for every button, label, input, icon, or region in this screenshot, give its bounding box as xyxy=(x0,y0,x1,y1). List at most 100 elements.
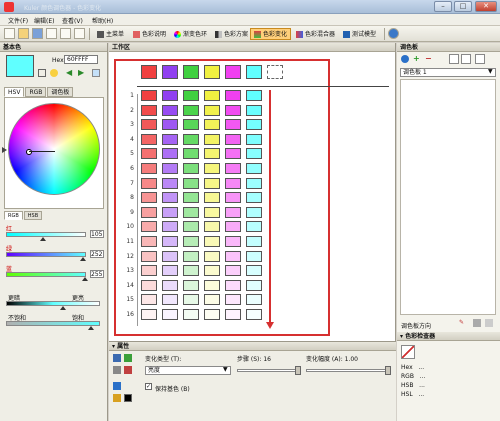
variation-swatch[interactable] xyxy=(162,90,178,101)
variation-swatch[interactable] xyxy=(225,148,241,160)
variation-swatch[interactable] xyxy=(225,206,241,218)
minimize-button[interactable]: – xyxy=(434,1,452,12)
saturation-slider-thumb[interactable] xyxy=(88,326,94,330)
palette-small-icon[interactable] xyxy=(92,69,100,77)
variation-swatch[interactable] xyxy=(204,265,220,277)
print-icon[interactable] xyxy=(46,28,57,39)
variation-swatch[interactable] xyxy=(246,236,262,247)
variation-swatch[interactable] xyxy=(225,236,241,247)
menu-file[interactable]: 文件(F) xyxy=(8,16,28,25)
menu-view[interactable]: 查看(V) xyxy=(62,16,83,25)
base-color-swatch[interactable] xyxy=(162,65,178,79)
palette-list[interactable] xyxy=(400,79,496,315)
info-icon[interactable] xyxy=(401,55,409,63)
base-color-swatch[interactable] xyxy=(141,65,157,79)
variation-swatch[interactable] xyxy=(204,250,220,262)
base-color-swatch[interactable] xyxy=(183,65,199,79)
variation-swatch[interactable] xyxy=(246,104,262,116)
picker-icon[interactable] xyxy=(124,366,132,374)
variation-swatch[interactable] xyxy=(183,177,199,189)
variation-swatch[interactable] xyxy=(246,309,262,320)
variation-swatch[interactable] xyxy=(183,192,199,204)
empty-base-slot[interactable] xyxy=(267,65,283,79)
paste-icon[interactable] xyxy=(74,28,85,39)
variation-swatch[interactable] xyxy=(246,206,262,218)
variation-swatch[interactable] xyxy=(225,221,241,233)
variation-swatch[interactable] xyxy=(141,148,157,160)
menu-edit[interactable]: 编辑(E) xyxy=(34,16,54,25)
tab-color-scheme[interactable]: 色彩方案 xyxy=(211,28,252,40)
base-color-swatch[interactable] xyxy=(225,65,241,79)
variation-swatch[interactable] xyxy=(225,104,241,116)
variation-swatch[interactable] xyxy=(141,192,157,204)
variation-swatch[interactable] xyxy=(246,90,262,101)
mode-tab-rgb[interactable]: RGB xyxy=(4,211,23,220)
variation-swatch[interactable] xyxy=(183,265,199,277)
open-icon[interactable] xyxy=(18,28,29,39)
variation-swatch[interactable] xyxy=(162,104,178,116)
variation-swatch[interactable] xyxy=(183,294,199,306)
mode-tab-hsb[interactable]: HSB xyxy=(23,211,43,220)
subtab-palette[interactable]: 调色板 xyxy=(47,87,74,97)
variation-swatch[interactable] xyxy=(246,148,262,160)
palette-select-chevron-icon[interactable]: ▼ xyxy=(488,68,493,75)
variation-slider[interactable] xyxy=(306,369,390,372)
variation-swatch[interactable] xyxy=(162,279,178,291)
brightness-slider-thumb[interactable] xyxy=(60,306,66,310)
tab-color-variation[interactable]: 色彩变化 xyxy=(250,28,292,40)
eyedropper-small-icon[interactable]: ✎ xyxy=(459,319,467,327)
variation-swatch[interactable] xyxy=(141,250,157,262)
fill-icon[interactable] xyxy=(113,382,121,390)
variation-swatch[interactable] xyxy=(141,265,157,277)
variation-swatch[interactable] xyxy=(141,90,157,101)
variation-swatch[interactable] xyxy=(204,236,220,247)
variation-swatch[interactable] xyxy=(225,250,241,262)
variation-swatch[interactable] xyxy=(162,309,178,320)
variation-swatch[interactable] xyxy=(162,250,178,262)
variation-swatch[interactable] xyxy=(183,119,199,131)
variation-swatch[interactable] xyxy=(204,221,220,233)
palette-select[interactable]: 调色板 1 xyxy=(400,68,496,77)
variation-swatch[interactable] xyxy=(141,309,157,320)
variation-swatch[interactable] xyxy=(204,163,220,174)
variation-swatch[interactable] xyxy=(204,309,220,320)
tab-color-mixer[interactable]: 色彩混合器 xyxy=(292,28,339,40)
variation-swatch[interactable] xyxy=(204,119,220,131)
smiley-icon[interactable] xyxy=(50,69,58,77)
variation-swatch[interactable] xyxy=(204,192,220,204)
variation-swatch[interactable] xyxy=(225,119,241,131)
saturation-slider[interactable] xyxy=(6,321,100,326)
variation-swatch[interactable] xyxy=(246,177,262,189)
variation-swatch[interactable] xyxy=(204,279,220,291)
variation-swatch[interactable] xyxy=(141,221,157,233)
variation-swatch[interactable] xyxy=(183,309,199,320)
variation-swatch[interactable] xyxy=(162,148,178,160)
variation-swatch[interactable] xyxy=(183,133,199,145)
color-wheel[interactable] xyxy=(8,103,100,195)
variation-swatch[interactable] xyxy=(246,265,262,277)
save-icon[interactable] xyxy=(32,28,43,39)
variation-swatch[interactable] xyxy=(183,206,199,218)
variation-swatch[interactable] xyxy=(225,90,241,101)
variation-swatch[interactable] xyxy=(204,148,220,160)
variation-swatch[interactable] xyxy=(246,192,262,204)
wheel-handle[interactable] xyxy=(26,149,32,155)
variation-swatch[interactable] xyxy=(162,294,178,306)
add-palette-icon[interactable]: + xyxy=(413,55,421,63)
palette-tool-icon[interactable] xyxy=(473,319,481,327)
variation-swatch[interactable] xyxy=(225,294,241,306)
grid-view-icon[interactable] xyxy=(475,54,485,64)
variation-swatch[interactable] xyxy=(246,250,262,262)
chevron-down-icon[interactable]: ▼ xyxy=(223,366,228,373)
variation-swatch[interactable] xyxy=(162,177,178,189)
variation-swatch[interactable] xyxy=(141,119,157,131)
new-icon[interactable] xyxy=(4,28,15,39)
subtab-rgb[interactable]: RGB xyxy=(25,87,47,97)
red-slider[interactable] xyxy=(6,232,86,237)
change-type-dropdown[interactable]: 亮度 xyxy=(145,366,231,375)
save-variation-icon[interactable] xyxy=(113,354,121,362)
red-slider-thumb[interactable] xyxy=(40,237,46,241)
variation-swatch[interactable] xyxy=(204,90,220,101)
menu-help[interactable]: 帮助(H) xyxy=(92,16,113,25)
blue-slider[interactable] xyxy=(6,272,86,277)
